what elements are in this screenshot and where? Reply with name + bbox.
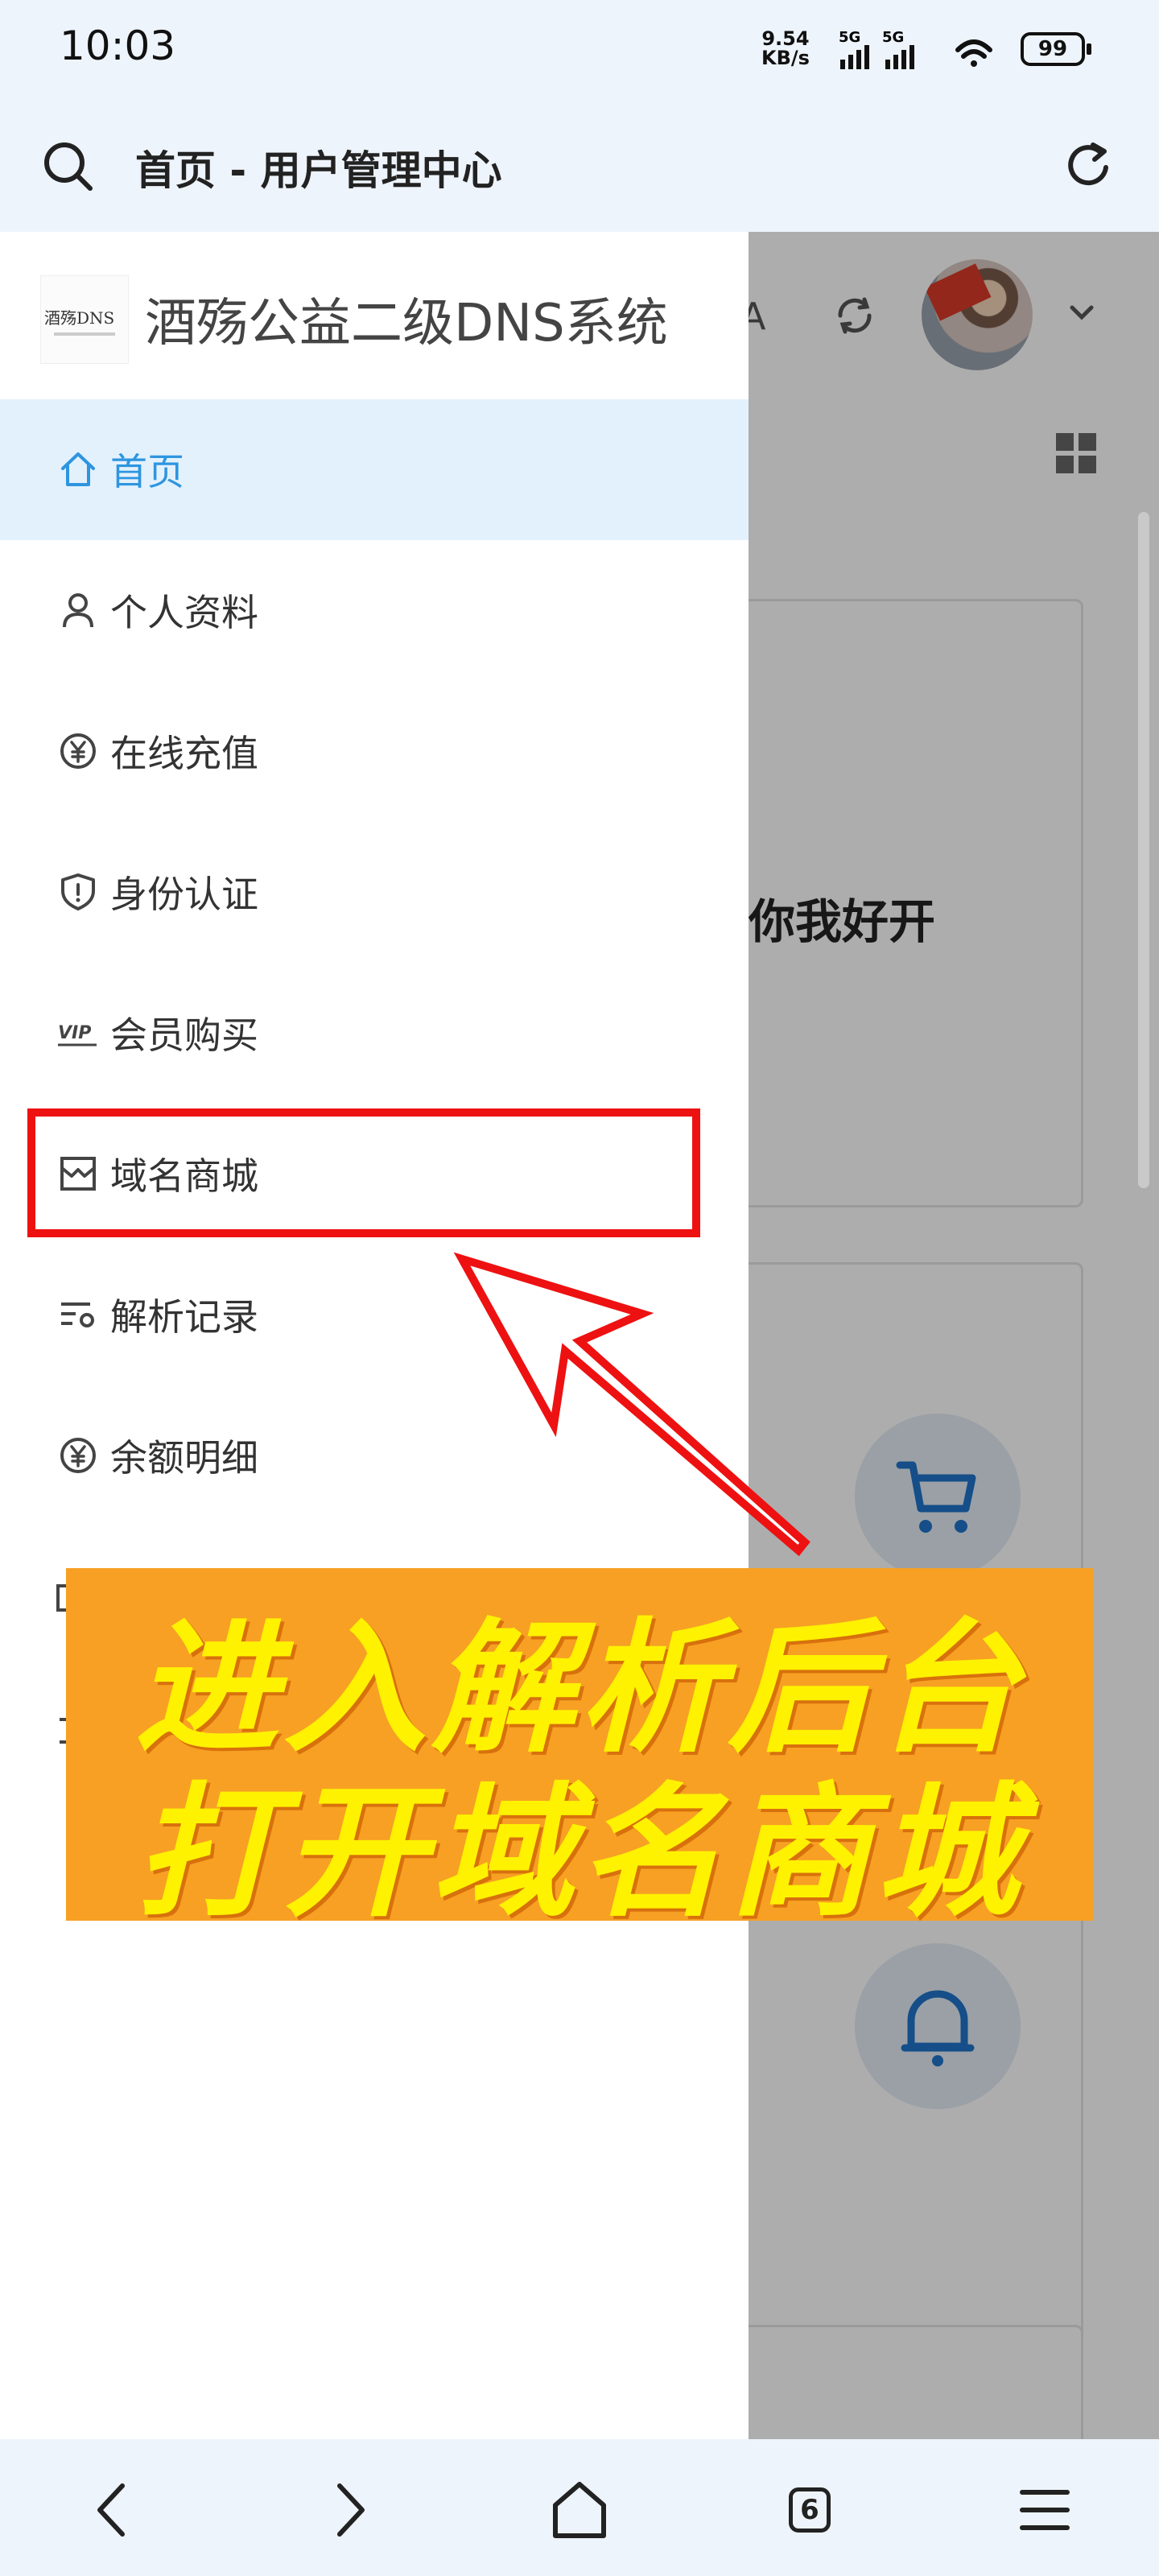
- yuan-coin-icon: [60, 1438, 96, 1473]
- instruction-banner: 进入解析后台 打开域名商城: [66, 1568, 1093, 1936]
- sidebar-item-label: 在线充值: [110, 732, 258, 775]
- drawer-header: 酒殇DNS 酒殇公益二级DNS系统: [0, 232, 749, 399]
- tab-count: 6: [789, 2487, 831, 2533]
- menu-icon[interactable]: [1004, 2470, 1085, 2550]
- pointer-arrow-icon: [453, 1252, 810, 1557]
- cell-signal-icon: [840, 45, 869, 69]
- signal2-label: 5G: [882, 29, 904, 46]
- list-settings-icon: [61, 1302, 94, 1327]
- wifi-icon: [955, 39, 992, 67]
- sidebar-item-label: 解析记录: [110, 1295, 258, 1339]
- battery-indicator: 99: [1021, 32, 1091, 66]
- signal-wifi-icons: 5G 5G: [839, 29, 992, 69]
- sidebar-item-label: 身份认证: [110, 873, 258, 916]
- page-title: 首页 - 用户管理中心: [135, 147, 502, 194]
- tabs-button[interactable]: 6: [771, 2470, 852, 2550]
- network-speed: 9.54 KB/s: [761, 27, 810, 69]
- sidebar-item-recharge[interactable]: 在线充值: [0, 681, 749, 822]
- sidebar-item-vip[interactable]: VIP 会员购买: [0, 963, 749, 1104]
- cell-signal-icon: [885, 45, 914, 69]
- sidebar-item-verification[interactable]: 身份认证: [0, 822, 749, 963]
- sidebar-item-label: 余额明细: [110, 1436, 258, 1480]
- signal1-label: 5G: [839, 29, 860, 46]
- user-icon: [63, 593, 93, 628]
- highlight-box: [27, 1108, 700, 1237]
- sidebar-item-home[interactable]: 首页: [0, 399, 749, 540]
- status-bar: 10:03 9.54 KB/s 5G 5G 99: [0, 0, 1159, 97]
- status-time: 10:03: [60, 23, 176, 69]
- sidebar-item-profile[interactable]: 个人资料: [0, 540, 749, 681]
- search-icon[interactable]: [40, 138, 97, 195]
- shield-icon: [61, 873, 95, 910]
- site-logo: 酒殇DNS: [40, 275, 129, 364]
- scrollbar[interactable]: [1138, 512, 1149, 1188]
- site-title: 酒殇公益二级DNS系统: [145, 294, 668, 353]
- sidebar-item-label: 个人资料: [110, 591, 258, 634]
- forward-icon[interactable]: [307, 2470, 388, 2550]
- vip-icon: VIP: [58, 1023, 97, 1046]
- sidebar-item-label: 会员购买: [110, 1013, 258, 1057]
- home-icon[interactable]: [539, 2470, 620, 2550]
- browser-bottom-bar: 6: [0, 2439, 1159, 2576]
- yuan-coin-icon: [60, 733, 96, 769]
- refresh-icon[interactable]: [1061, 138, 1117, 195]
- home-icon: [61, 452, 95, 486]
- sidebar-item-label: 首页: [110, 450, 184, 493]
- svg-text:VIP: VIP: [58, 1023, 91, 1043]
- banner-line-2: 打开域名商城: [135, 1768, 1024, 1936]
- back-icon[interactable]: [74, 2470, 155, 2550]
